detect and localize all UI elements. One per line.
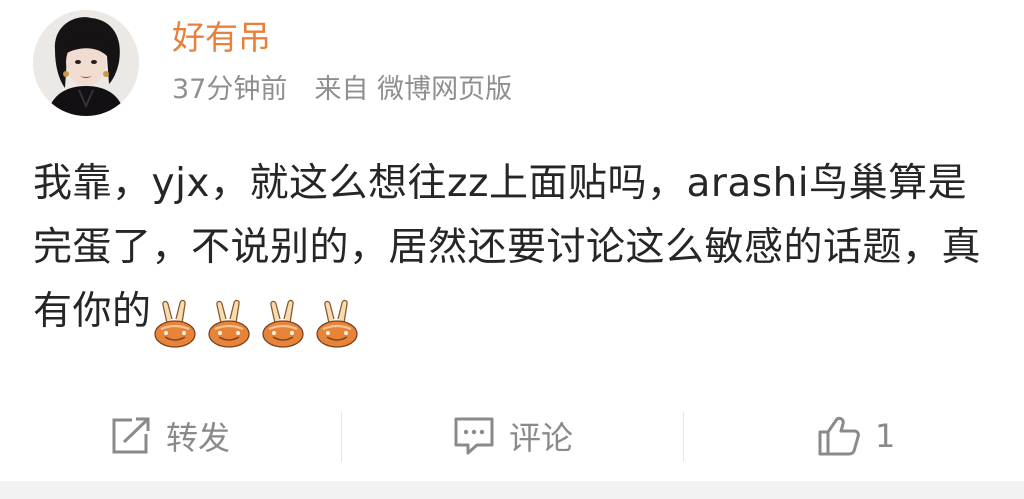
emoji-row <box>152 290 368 354</box>
like-count: 1 <box>875 417 896 455</box>
repost-icon <box>110 416 152 456</box>
feed-separator <box>0 481 1024 499</box>
peace-sign-emoji <box>207 299 250 348</box>
peace-sign-emoji <box>153 299 196 348</box>
comment-icon <box>453 416 495 456</box>
peace-sign-emoji <box>261 299 304 348</box>
post-content: 我靠，yjx，就这么想往zz上面贴吗，arashi鸟巢算是完蛋了，不说别的，居然… <box>33 152 998 354</box>
post-time: 37分钟前 <box>172 74 288 105</box>
action-divider <box>683 412 684 462</box>
repost-button[interactable]: 转发 <box>110 404 230 468</box>
action-bar: 转发 评论 1 <box>0 404 1024 468</box>
post-source[interactable]: 微博网页版 <box>377 74 512 105</box>
source-prefix: 来自 <box>314 74 369 105</box>
repost-label: 转发 <box>166 419 231 457</box>
like-button[interactable]: 1 <box>817 404 895 468</box>
action-divider <box>341 412 342 462</box>
comment-button[interactable]: 评论 <box>453 404 573 468</box>
thumbs-up-icon <box>817 415 861 457</box>
comment-label: 评论 <box>509 419 574 457</box>
peace-sign-emoji <box>315 299 358 348</box>
author-name[interactable]: 好有吊 <box>172 16 271 60</box>
avatar[interactable] <box>33 10 139 116</box>
post-meta: 37分钟前 来自 微博网页版 <box>172 70 512 110</box>
